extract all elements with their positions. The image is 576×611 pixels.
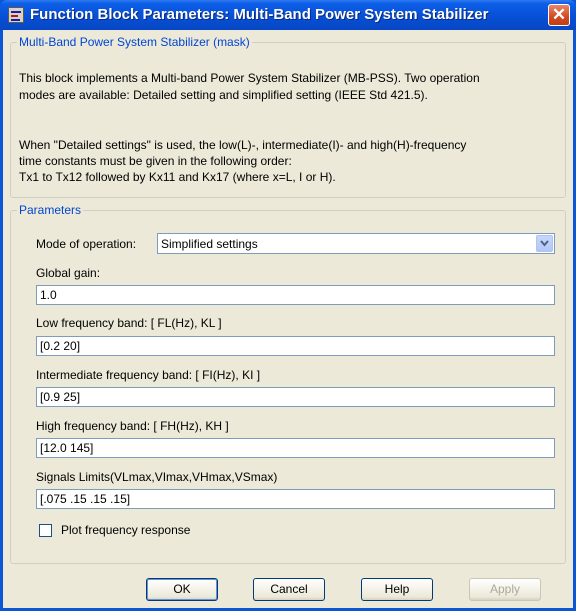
help-button[interactable]: Help bbox=[361, 578, 433, 601]
close-button[interactable]: ✕ bbox=[548, 4, 570, 26]
simulink-block-icon bbox=[8, 7, 24, 23]
mode-of-operation-label: Mode of operation: bbox=[36, 237, 137, 251]
global-gain-input[interactable]: 1.0 bbox=[36, 285, 555, 305]
mask-description-line-5: Tx1 to Tx12 followed by Kx11 and Kx17 (w… bbox=[19, 170, 336, 184]
global-gain-label: Global gain: bbox=[36, 266, 101, 280]
parameters-group: Parameters bbox=[10, 203, 566, 564]
plot-frequency-response-label[interactable]: Plot frequency response bbox=[61, 523, 190, 537]
high-frequency-band-input[interactable]: [12.0 145] bbox=[36, 438, 555, 458]
mode-of-operation-value: Simplified settings bbox=[161, 237, 258, 251]
cancel-button[interactable]: Cancel bbox=[253, 578, 325, 601]
mask-description-line-4: time constants must be given in the foll… bbox=[19, 154, 292, 168]
low-frequency-band-input[interactable]: [0.2 20] bbox=[36, 336, 555, 356]
mode-of-operation-select[interactable]: Simplified settings bbox=[157, 233, 555, 254]
parameters-group-title: Parameters bbox=[19, 203, 82, 217]
dropdown-arrow-icon[interactable] bbox=[536, 235, 553, 252]
apply-button[interactable]: Apply bbox=[469, 578, 541, 601]
high-frequency-band-label: High frequency band: [ FH(Hz), KH ] bbox=[36, 419, 229, 433]
title-bar[interactable]: Function Block Parameters: Multi-Band Po… bbox=[0, 0, 576, 30]
intermediate-frequency-band-label: Intermediate frequency band: [ FI(Hz), K… bbox=[36, 368, 261, 382]
mask-description-line-3: When "Detailed settings" is used, the lo… bbox=[19, 138, 467, 152]
plot-frequency-response-checkbox[interactable] bbox=[39, 524, 52, 537]
close-icon: ✕ bbox=[551, 5, 567, 24]
signal-limits-input[interactable]: [.075 .15 .15 .15] bbox=[36, 489, 555, 509]
dialog-window: Function Block Parameters: Multi-Band Po… bbox=[0, 0, 576, 611]
dialog-client-area: Multi-Band Power System Stabilizer (mask… bbox=[3, 30, 573, 608]
low-frequency-band-label: Low frequency band: [ FL(Hz), KL ] bbox=[36, 316, 222, 330]
ok-button[interactable]: OK bbox=[146, 578, 218, 601]
window-title: Function Block Parameters: Multi-Band Po… bbox=[30, 6, 489, 23]
intermediate-frequency-band-input[interactable]: [0.9 25] bbox=[36, 387, 555, 407]
signal-limits-label: Signals Limits(VLmax,VImax,VHmax,VSmax) bbox=[36, 470, 278, 484]
mask-group-title: Multi-Band Power System Stabilizer (mask… bbox=[19, 35, 250, 49]
mask-description-line-2: modes are available: Detailed setting an… bbox=[19, 88, 428, 102]
mask-description-line-1: This block implements a Multi-band Power… bbox=[19, 71, 480, 85]
